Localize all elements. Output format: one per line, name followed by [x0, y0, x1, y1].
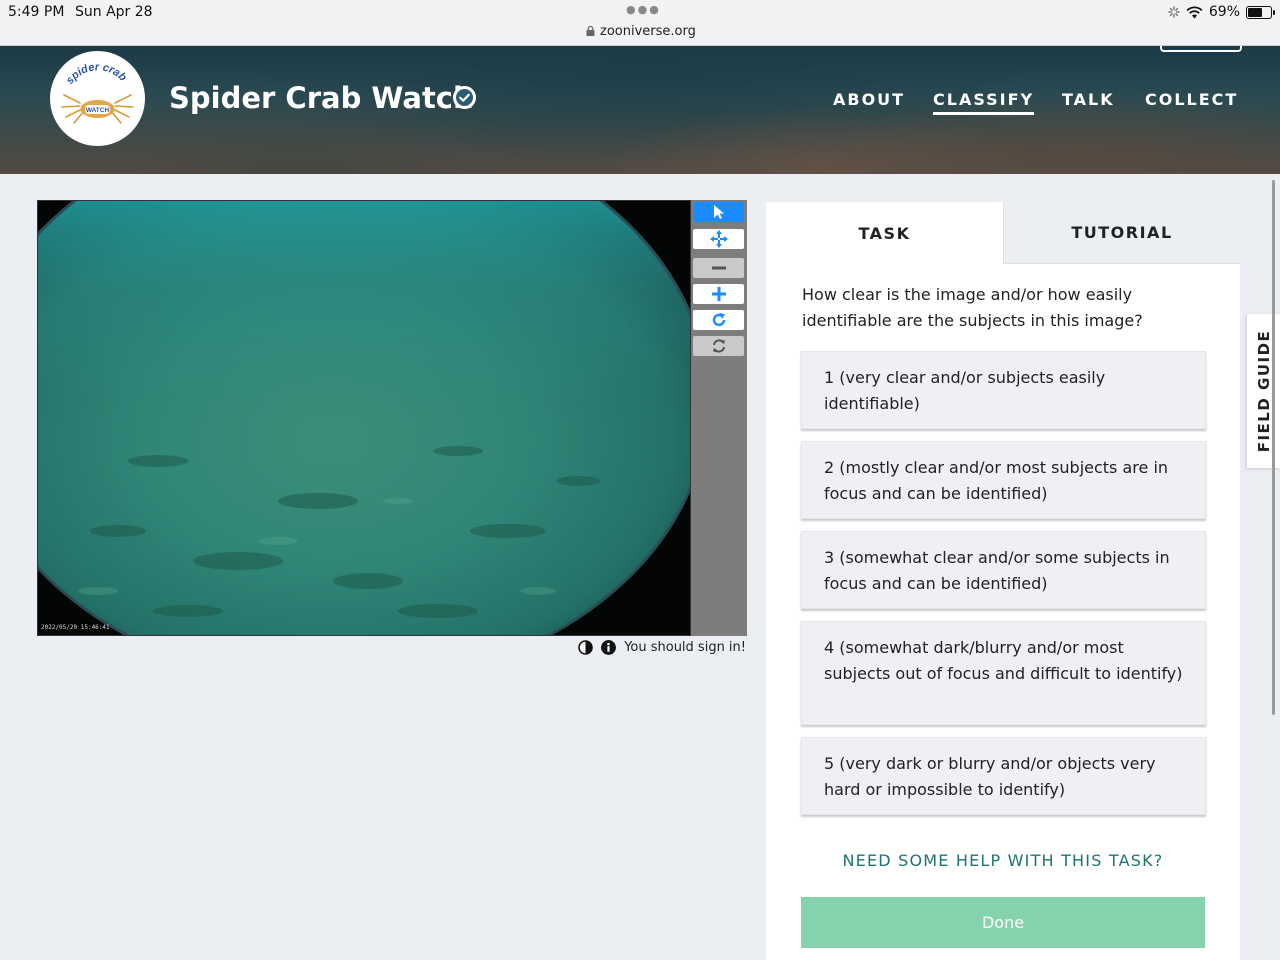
lock-icon: [586, 26, 595, 36]
logo-text: spider crab: [64, 61, 129, 86]
nav-collect[interactable]: COLLECT: [1145, 90, 1238, 109]
project-logo[interactable]: spider crab WATCH: [50, 51, 145, 146]
task-question: How clear is the image and/or how easily…: [802, 285, 1143, 330]
pointer-tool-button[interactable]: [693, 202, 744, 222]
sign-in-notice: You should sign in!: [578, 640, 746, 655]
project-header: spider crab WATCH Spider Crab Watch ABOU…: [0, 46, 1280, 174]
answer-option-5[interactable]: 5 (very dark or blurry and/or objects ve…: [801, 737, 1206, 815]
verified-badge-icon: [453, 86, 476, 109]
activity-spinner-icon: [1168, 6, 1180, 18]
battery-percent: 69%: [1208, 4, 1240, 20]
pan-icon: [709, 230, 728, 248]
task-panel: TASK TUTORIAL How clear is the image and…: [766, 202, 1240, 960]
pan-tool-button[interactable]: [693, 229, 744, 249]
nav-about[interactable]: ABOUT: [833, 90, 905, 109]
spider-crab-logo: spider crab WATCH: [61, 61, 134, 124]
page-scrollbar[interactable]: [1272, 180, 1275, 715]
pointer-icon: [713, 205, 724, 219]
tab-tutorial[interactable]: TUTORIAL: [1003, 202, 1240, 264]
info-icon[interactable]: [601, 640, 617, 655]
answer-option-1[interactable]: 1 (very clear and/or subjects easily ide…: [801, 351, 1206, 429]
image-timestamp: 2022/05/20 15:46:41: [41, 624, 110, 631]
status-indicators: 69%: [1168, 4, 1275, 20]
task-help-link[interactable]: NEED SOME HELP WITH THIS TASK?: [766, 851, 1240, 870]
reset-button[interactable]: [693, 336, 744, 356]
answer-option-4[interactable]: 4 (somewhat dark/blurry and/or most subj…: [801, 621, 1206, 725]
zoom-in-button[interactable]: [693, 284, 744, 304]
battery-icon: [1246, 5, 1275, 19]
status-bar: 5:49 PM Sun Apr 28 ●●● zooniverse.org 69…: [0, 0, 1280, 46]
zoom-in-icon: [711, 287, 726, 301]
address-bar[interactable]: zooniverse.org: [586, 24, 696, 39]
zoom-out-button[interactable]: [693, 258, 744, 278]
subject-image[interactable]: 2022/05/20 15:46:41: [37, 200, 691, 636]
svg-text:spider crab: spider crab: [64, 61, 129, 86]
sign-in-text[interactable]: You should sign in!: [624, 640, 746, 655]
underwater-seabed-image: [38, 201, 690, 635]
invert-contrast-icon[interactable]: [578, 640, 593, 655]
zoom-out-icon: [711, 266, 726, 270]
field-guide-label: FIELD GUIDE: [1254, 329, 1273, 453]
wifi-icon: [1186, 6, 1203, 18]
done-button[interactable]: Done: [801, 897, 1205, 948]
browser-more-icon[interactable]: ●●●: [626, 3, 661, 16]
rotate-button[interactable]: [693, 310, 744, 330]
url-text: zooniverse.org: [600, 24, 696, 39]
answer-option-2[interactable]: 2 (mostly clear and/or most subjects are…: [801, 441, 1206, 519]
battery-level: [1248, 7, 1263, 17]
rotate-icon: [712, 312, 725, 327]
nav-talk[interactable]: TALK: [1062, 90, 1115, 109]
image-toolbar: [691, 200, 747, 636]
status-date: Sun Apr 28: [75, 4, 153, 20]
answer-option-3[interactable]: 3 (somewhat clear and/or some subjects i…: [801, 531, 1206, 609]
nav-classify[interactable]: CLASSIFY: [933, 90, 1035, 115]
status-time: 5:49 PM: [8, 4, 65, 20]
field-guide-tab[interactable]: FIELD GUIDE: [1247, 314, 1280, 468]
tab-task[interactable]: TASK: [766, 202, 1003, 264]
logo-subtext: WATCH: [86, 107, 110, 114]
sign-in-button[interactable]: [1160, 46, 1242, 52]
project-title[interactable]: Spider Crab Watch: [169, 81, 474, 115]
reset-icon: [712, 339, 725, 353]
